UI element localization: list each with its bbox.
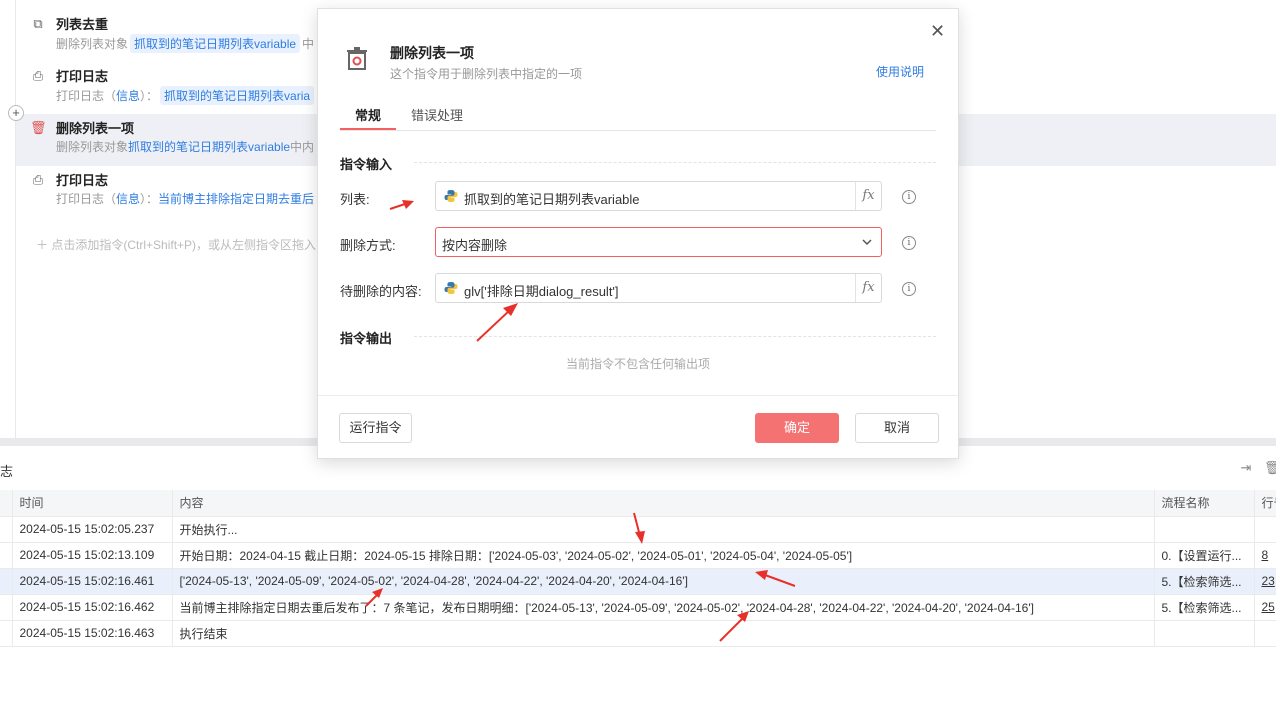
info-icon[interactable]: i [902,190,916,204]
printer-icon: ⎙ [32,172,44,187]
list-label: 列表: [340,192,370,207]
content-input[interactable]: glv['排除日期dialog_result'] fx [435,273,882,303]
input-section-title: 指令输入 [340,157,393,172]
step-title: 打印日志 [56,173,109,188]
list-input[interactable]: 抓取到的笔记日期列表variable fx [435,181,882,211]
log-table: 时间 内容 流程名称 行号 2024-05-15 15:02:05.237开始执… [0,490,1276,647]
python-icon [444,190,458,202]
printer-icon: ⎙ [32,68,44,83]
method-label: 删除方式: [340,238,396,253]
add-command-hint[interactable]: ＋ 点击添加指令(Ctrl+Shift+P)，或从左侧指令区拖入 [36,236,316,253]
content-value: glv['排除日期dialog_result'] [464,284,619,299]
output-section-title: 指令输出 [340,331,393,346]
info-icon[interactable]: i [902,236,916,250]
row-gutter [0,490,13,517]
step-desc: 打印日志（信息）： 抓取到的笔记日期列表varia [56,86,316,105]
delete-method-select[interactable]: 按内容删除 [435,227,882,257]
column-header-content[interactable]: 内容 [172,490,1155,517]
confirm-button[interactable]: 确定 [755,413,839,443]
trash-icon: 🗑 [30,120,47,135]
table-row[interactable]: 2024-05-15 15:02:05.237 开始执行... [0,516,1276,543]
table-row[interactable]: 2024-05-15 15:02:16.463 执行结束 [0,620,1276,647]
section-divider [414,162,936,163]
table-row[interactable]: 2024-05-15 15:02:16.462 当前博主排除指定日期去重后发布了：… [0,594,1276,621]
dialog-footer-divider [318,395,958,396]
table-row[interactable]: 2024-05-15 15:02:16.461 ['2024-05-13', '2… [0,568,1276,595]
step-desc: 打印日志（信息）：当前博主排除指定日期去重后 [56,192,315,206]
dialog-title: 删除列表一项 [390,45,474,61]
run-command-button[interactable]: 运行指令 [339,413,412,443]
clear-icon[interactable]: 🗑 [1264,460,1276,476]
tab-general[interactable]: 常规 [355,105,381,124]
content-label: 待删除的内容: [340,284,422,299]
active-tab-indicator [340,128,396,130]
help-link[interactable]: 使用说明 [876,63,924,80]
list-value: 抓取到的笔记日期列表variable [464,192,640,207]
dialog-tabs: 常规 错误处理 [340,99,936,131]
column-header-time[interactable]: 时间 [12,490,173,517]
step-title: 删除列表一项 [56,121,135,136]
table-row[interactable]: 2024-05-15 15:02:13.109 开始日期：2024-04-15 截… [0,542,1276,569]
insert-step-button[interactable]: + [8,105,24,121]
export-icon[interactable]: ⇥ [1238,460,1254,476]
fx-button[interactable]: fx [855,182,881,210]
dialog-subtitle: 这个指令用于删除列表中指定的一项 [390,67,583,81]
log-header-row: 时间 内容 流程名称 行号 [0,490,1276,517]
trash-icon [347,47,367,70]
column-header-flow[interactable]: 流程名称 [1154,490,1255,517]
section-divider [414,336,936,337]
close-icon[interactable]: ✕ [930,21,945,42]
step-title: 列表去重 [56,17,109,32]
step-desc: 删除列表对象抓取到的笔记日期列表variable中内 [56,140,315,154]
fx-button[interactable]: fx [855,274,881,302]
log-title: 志 [0,464,14,479]
info-icon[interactable]: i [902,282,916,296]
dedupe-icon: ⧉ [33,16,43,31]
python-icon [444,282,458,294]
column-header-line[interactable]: 行号 [1254,490,1276,517]
step-desc: 删除列表对象 抓取到的笔记日期列表variable 中 [56,34,314,53]
cancel-button[interactable]: 取消 [855,413,939,443]
no-output-message: 当前指令不包含任何输出项 [565,357,710,371]
chevron-down-icon [862,239,872,246]
method-value: 按内容删除 [442,238,508,253]
tab-error-handling[interactable]: 错误处理 [411,105,463,124]
step-title: 打印日志 [56,69,109,84]
delete-list-item-dialog: ✕ 删除列表一项 这个指令用于删除列表中指定的一项 使用说明 常规 错误处理 指… [317,8,959,459]
